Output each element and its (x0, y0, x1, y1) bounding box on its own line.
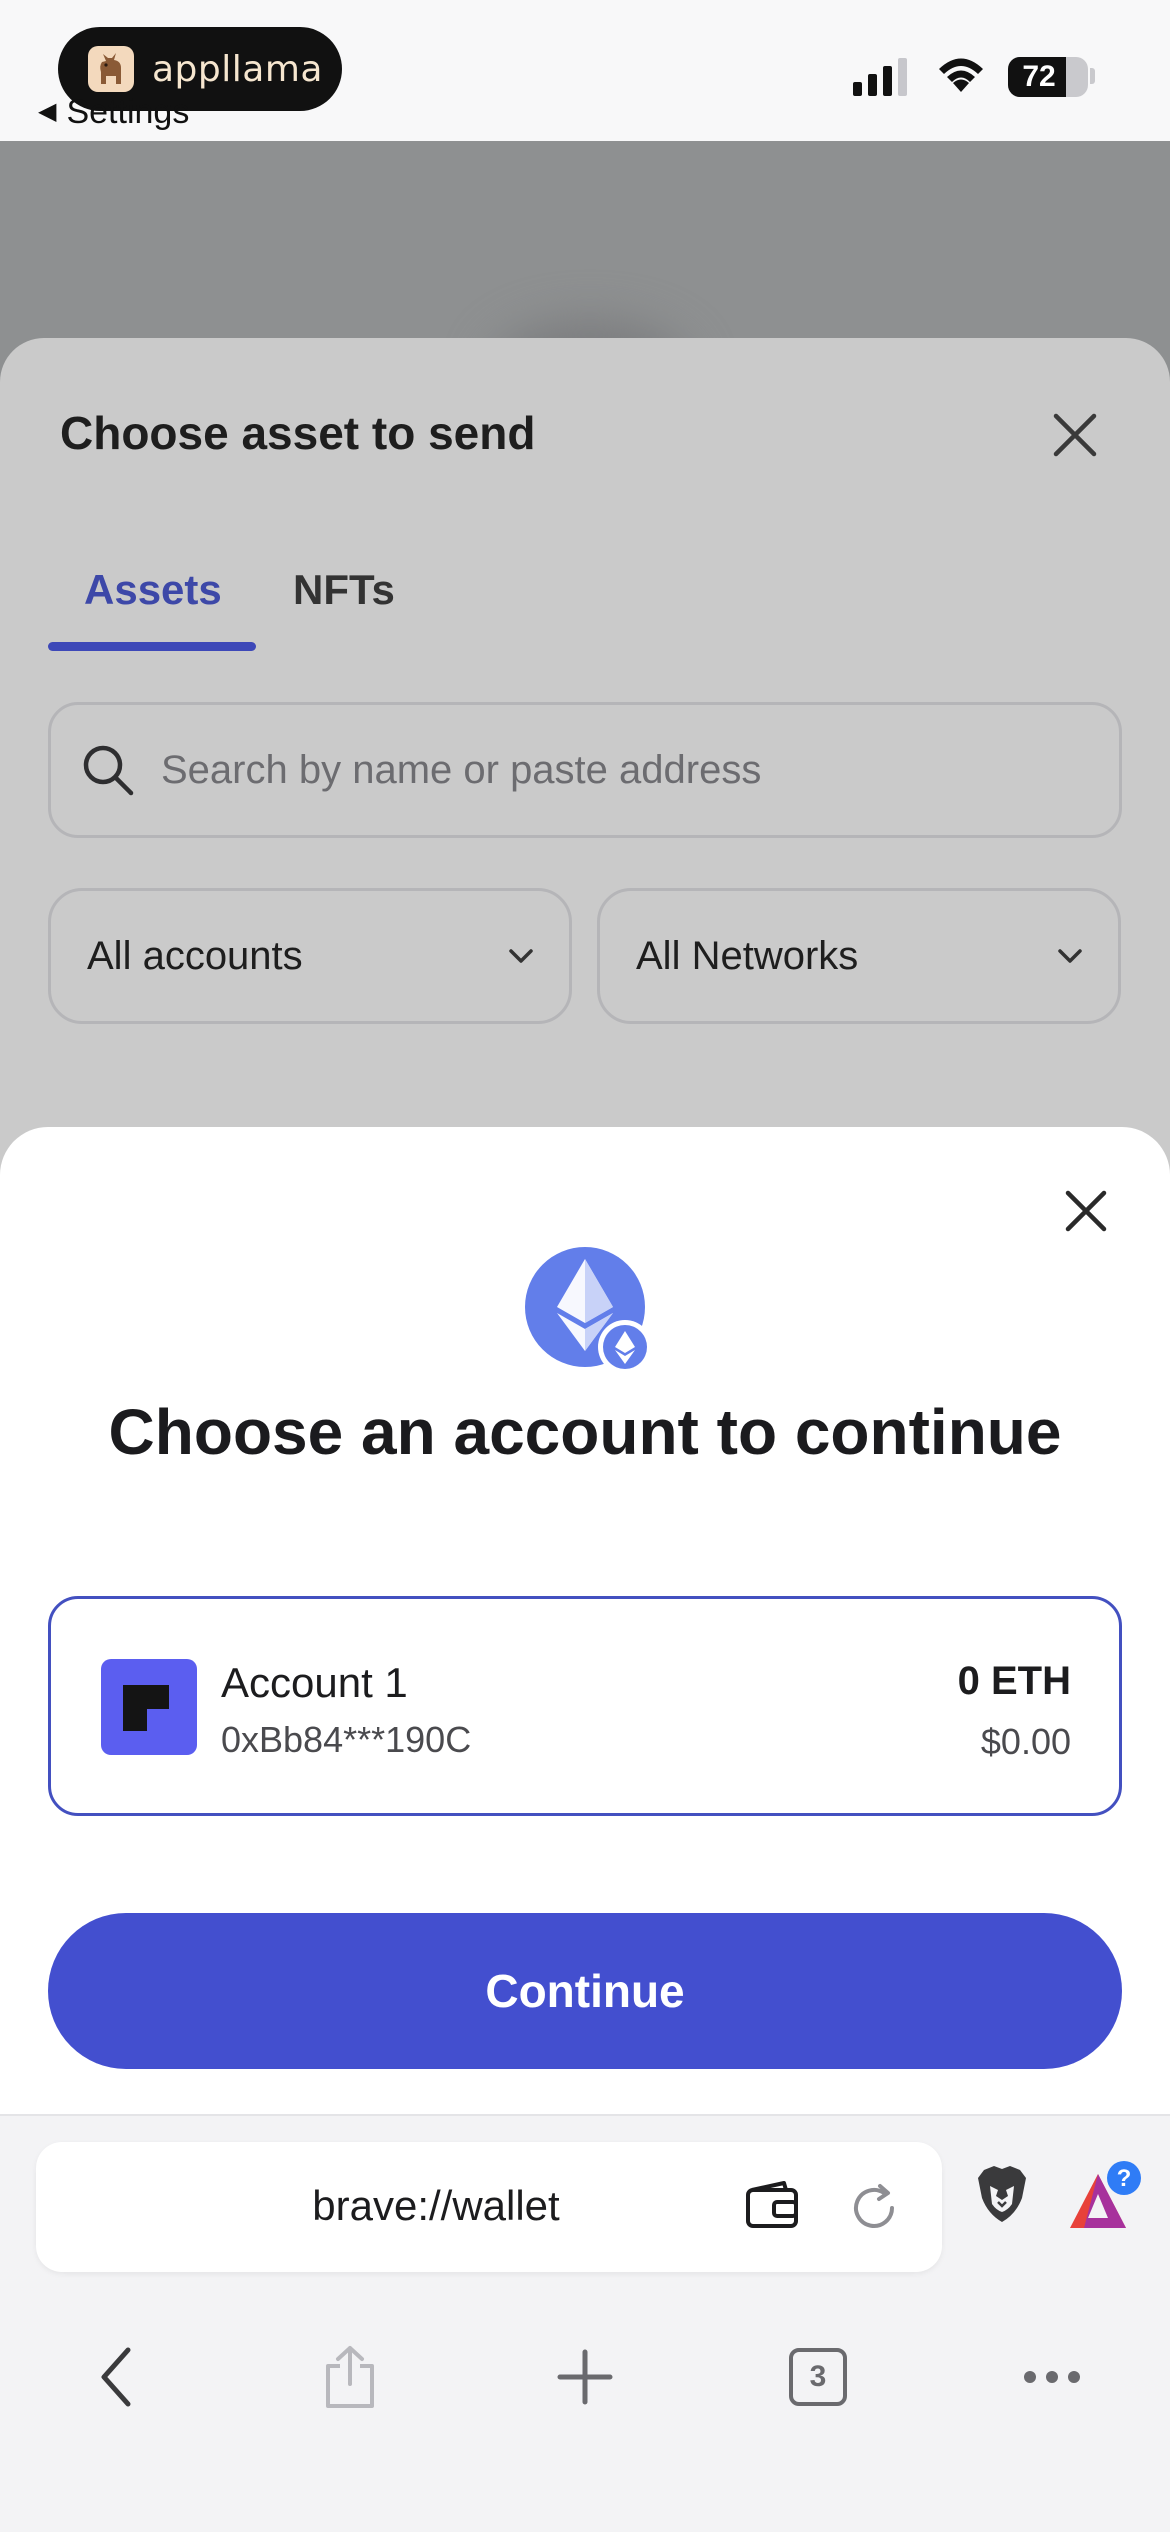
applama-label: appllama (152, 48, 323, 90)
battery-nub (1090, 68, 1095, 84)
tab-nfts[interactable]: NFTs (293, 566, 395, 614)
networks-filter-label: All Networks (636, 933, 859, 978)
more-dots-icon (1024, 2371, 1080, 2383)
battery-percent: 72 (1022, 60, 1056, 93)
brave-shields-icon[interactable] (974, 2164, 1030, 2231)
share-icon (326, 2346, 374, 2408)
account-balance-usd: $0.00 (980, 1721, 1071, 1762)
continue-button[interactable]: Continue (48, 1913, 1122, 2069)
choose-asset-sheet: Choose asset to send Assets NFTs All acc… (0, 338, 1170, 1238)
back-label: Settings (66, 93, 190, 131)
plus-icon (557, 2349, 613, 2405)
asset-sheet-close-button[interactable] (1050, 410, 1100, 460)
accounts-filter-label: All accounts (87, 933, 303, 978)
account-modal-close-button[interactable] (1062, 1187, 1110, 1235)
bottom-nav: 3 (0, 2322, 1170, 2432)
more-menu-button[interactable] (1007, 2322, 1097, 2432)
accounts-filter-dropdown[interactable]: All accounts (48, 888, 572, 1024)
status-bar: appllama ◀ Settings 72 (0, 0, 1170, 141)
asset-search-input[interactable] (161, 747, 1061, 793)
account-name: Account 1 (221, 1659, 408, 1706)
choose-account-modal: Choose an account to continue Account 1 … (0, 1127, 1170, 2161)
cellular-signal-icon (853, 58, 907, 96)
chevron-down-icon (1058, 949, 1082, 963)
ethereum-network-icon (525, 1247, 655, 1377)
asset-sheet-title: Choose asset to send (60, 407, 536, 459)
back-triangle-icon: ◀ (38, 98, 57, 125)
account-option-card[interactable]: Account 1 0xBb84***190C 0 ETH $0.00 (48, 1596, 1122, 1816)
share-button[interactable] (305, 2322, 395, 2432)
account-modal-title: Choose an account to continue (108, 1396, 1062, 1468)
account-avatar (101, 1659, 197, 1755)
back-to-settings-link[interactable]: ◀ Settings (38, 92, 189, 132)
tab-active-indicator (48, 642, 256, 651)
address-bar[interactable]: brave://wallet (36, 2142, 942, 2272)
battery-icon: 72 (1008, 57, 1088, 97)
networks-filter-dropdown[interactable]: All Networks (597, 888, 1121, 1024)
chevron-down-icon (509, 949, 533, 963)
tabs-button[interactable]: 3 (773, 2322, 863, 2432)
new-tab-button[interactable] (540, 2322, 630, 2432)
tab-assets[interactable]: Assets (84, 566, 222, 614)
close-icon (1065, 1190, 1107, 1232)
llama-icon (88, 46, 134, 92)
asset-search-field[interactable] (48, 702, 1122, 838)
brave-rewards-icon[interactable]: ? (1066, 2160, 1146, 2239)
url-text: brave://wallet (312, 2182, 560, 2229)
back-button[interactable] (71, 2322, 161, 2432)
browser-toolbar: brave://wallet ? 3 (0, 2114, 1170, 2532)
wallet-icon[interactable] (744, 2180, 800, 2235)
account-address: 0xBb84***190C (221, 1719, 472, 1760)
tabs-count-icon: 3 (789, 2348, 847, 2406)
wifi-icon (935, 54, 987, 99)
chevron-left-icon (101, 2347, 131, 2407)
search-icon (83, 745, 134, 796)
account-balance: 0 ETH (957, 1659, 1071, 1703)
reload-icon[interactable] (846, 2180, 902, 2241)
close-icon (1053, 413, 1097, 457)
rewards-badge: ? (1117, 2165, 1132, 2192)
